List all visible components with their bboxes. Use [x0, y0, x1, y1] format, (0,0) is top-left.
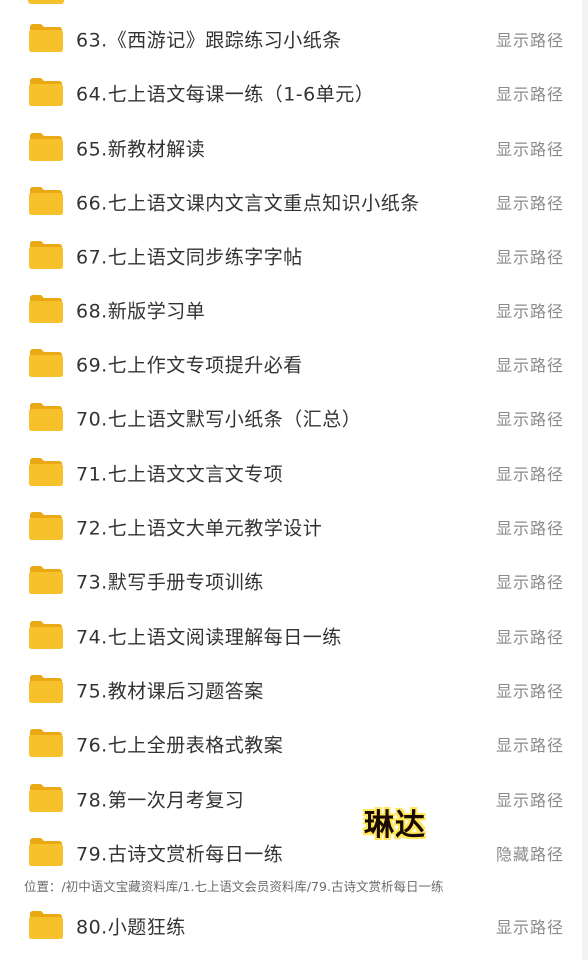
- folder-row[interactable]: 70.七上语文默写小纸条（汇总） 显示路径: [0, 391, 588, 445]
- folder-name: 79.古诗文赏析每日一练: [76, 843, 284, 866]
- folder-name: 65.新教材解读: [76, 138, 206, 161]
- folder-icon: [28, 294, 64, 324]
- folder-row[interactable]: 76.七上全册表格式教案 显示路径: [0, 717, 588, 771]
- show-path-link[interactable]: 显示路径: [496, 136, 564, 160]
- folder-name: 80.小题狂练: [76, 916, 186, 939]
- show-path-link[interactable]: 显示路径: [496, 787, 564, 811]
- folder-icon: [28, 620, 64, 650]
- folder-name: 66.七上语文课内文言文重点知识小纸条: [76, 192, 420, 215]
- folder-row[interactable]: 73.默写手册专项训练 显示路径: [0, 554, 588, 608]
- folder-icon: [28, 511, 64, 541]
- folder-icon: [28, 728, 64, 758]
- folder-row[interactable]: 71.七上语文文言文专项 显示路径: [0, 446, 588, 500]
- folder-path-text: 位置：/初中语文宝藏资料库/1.七上语文会员资料库/79.古诗文赏析每日一练: [24, 879, 444, 894]
- show-path-link[interactable]: 显示路径: [496, 914, 564, 938]
- show-path-link[interactable]: 显示路径: [496, 352, 564, 376]
- show-path-link[interactable]: 显示路径: [496, 298, 564, 322]
- folder-icon: [28, 565, 64, 595]
- folder-row-selected[interactable]: 79.古诗文赏析每日一练 隐藏路径: [0, 826, 588, 880]
- folder-name: 68.新版学习单: [76, 300, 206, 323]
- show-path-link[interactable]: 显示路径: [496, 81, 564, 105]
- folder-name: 71.七上语文文言文专项: [76, 463, 284, 486]
- show-path-link[interactable]: 显示路径: [496, 406, 564, 430]
- folder-name: 67.七上语文同步练字字帖: [76, 246, 303, 269]
- show-path-link[interactable]: 显示路径: [496, 190, 564, 214]
- show-path-link[interactable]: 显示路径: [496, 624, 564, 648]
- folder-row[interactable]: 64.七上语文每课一练（1-6单元） 显示路径: [0, 66, 588, 120]
- folder-name: 75.教材课后习题答案: [76, 680, 264, 703]
- folder-row[interactable]: 80.小题狂练 显示路径: [0, 899, 588, 953]
- folder-icon: [28, 402, 64, 432]
- folder-row[interactable]: 74.七上语文阅读理解每日一练 显示路径: [0, 609, 588, 663]
- folder-row[interactable]: 66.七上语文课内文言文重点知识小纸条 显示路径: [0, 175, 588, 229]
- folder-icon-partial: [28, 0, 64, 4]
- folder-name: 69.七上作文专项提升必看: [76, 354, 303, 377]
- folder-icon: [28, 23, 64, 53]
- folder-icon: [28, 674, 64, 704]
- folder-row[interactable]: 78.第一次月考复习 显示路径: [0, 772, 588, 826]
- folder-icon: [28, 240, 64, 270]
- folder-row[interactable]: 65.新教材解读 显示路径: [0, 121, 588, 175]
- show-path-link[interactable]: 显示路径: [496, 461, 564, 485]
- folder-name: 78.第一次月考复习: [76, 789, 245, 812]
- folder-row[interactable]: 69.七上作文专项提升必看 显示路径: [0, 337, 588, 391]
- watermark: 琳达: [364, 808, 426, 843]
- show-path-link[interactable]: 显示路径: [496, 27, 564, 51]
- folder-name: 70.七上语文默写小纸条（汇总）: [76, 408, 362, 431]
- folder-row[interactable]: 67.七上语文同步练字字帖 显示路径: [0, 229, 588, 283]
- folder-name: 73.默写手册专项训练: [76, 571, 264, 594]
- folder-icon: [28, 783, 64, 813]
- folder-row[interactable]: 72.七上语文大单元教学设计 显示路径: [0, 500, 588, 554]
- folder-icon: [28, 186, 64, 216]
- folder-icon: [28, 837, 64, 867]
- folder-row[interactable]: 75.教材课后习题答案 显示路径: [0, 663, 588, 717]
- folder-name: 63.《西游记》跟踪练习小纸条: [76, 29, 342, 52]
- show-path-link[interactable]: 显示路径: [496, 569, 564, 593]
- folder-name: 74.七上语文阅读理解每日一练: [76, 626, 342, 649]
- folder-row[interactable]: 63.《西游记》跟踪练习小纸条 显示路径: [0, 12, 588, 66]
- show-path-link[interactable]: 显示路径: [496, 678, 564, 702]
- show-path-link[interactable]: 显示路径: [496, 515, 564, 539]
- folder-icon: [28, 457, 64, 487]
- show-path-link[interactable]: 显示路径: [496, 244, 564, 268]
- hide-path-link[interactable]: 隐藏路径: [496, 841, 564, 865]
- show-path-link[interactable]: 显示路径: [496, 732, 564, 756]
- folder-name: 76.七上全册表格式教案: [76, 734, 284, 757]
- folder-icon: [28, 132, 64, 162]
- folder-icon: [28, 77, 64, 107]
- folder-icon: [28, 348, 64, 378]
- folder-icon: [28, 910, 64, 940]
- folder-name: 64.七上语文每课一练（1-6单元）: [76, 83, 375, 106]
- folder-row[interactable]: 68.新版学习单 显示路径: [0, 283, 588, 337]
- folder-name: 72.七上语文大单元教学设计: [76, 517, 323, 540]
- right-edge-divider: [582, 0, 588, 960]
